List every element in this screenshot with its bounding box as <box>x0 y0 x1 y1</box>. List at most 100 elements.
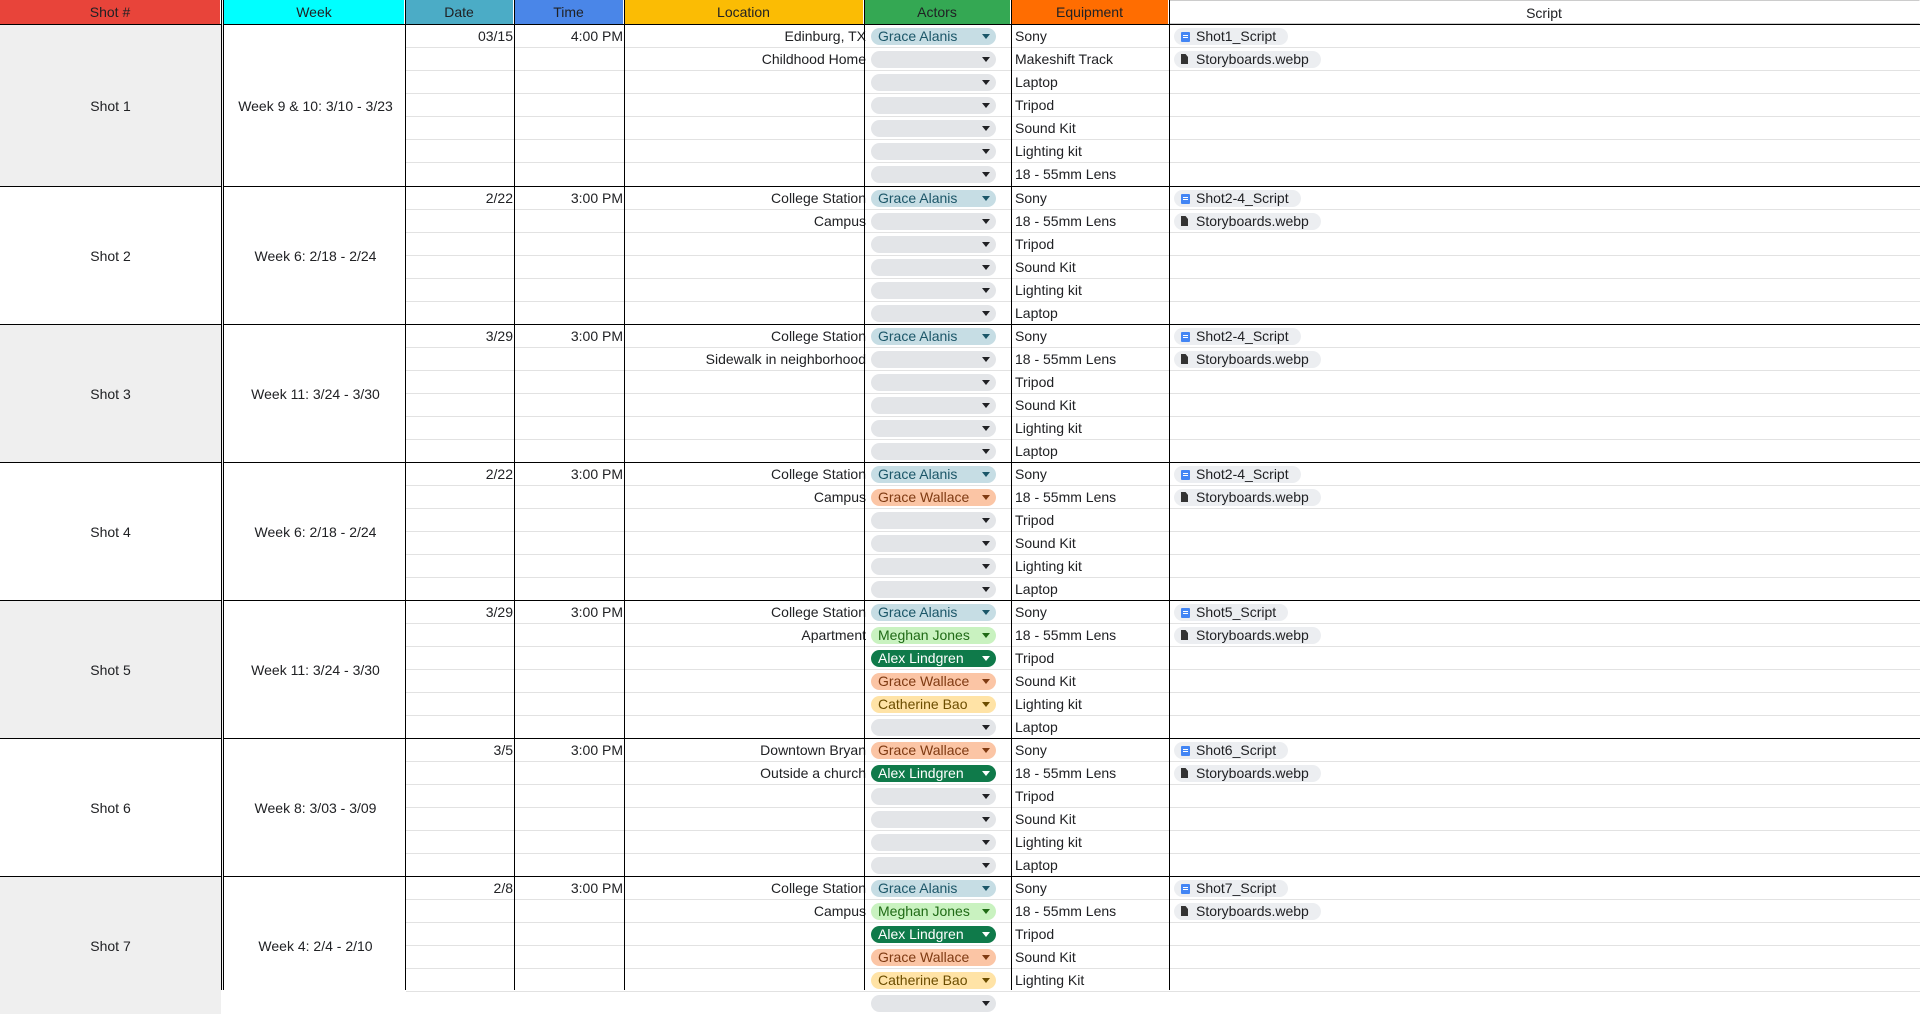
actor-dropdown-chip[interactable] <box>871 788 996 805</box>
location-cell[interactable]: Edinburg, TX <box>626 25 866 48</box>
script-doc-chip[interactable]: Shot2-4_Script <box>1174 190 1301 207</box>
equipment-cell[interactable]: Tripod <box>1015 785 1165 808</box>
week-cell[interactable]: Week 6: 2/18 - 2/24 <box>226 187 405 324</box>
script-doc-chip[interactable]: Shot5_Script <box>1174 604 1289 621</box>
time-cell[interactable] <box>516 647 623 670</box>
location-cell[interactable] <box>626 555 866 578</box>
date-cell[interactable] <box>406 302 513 325</box>
location-cell[interactable]: Childhood Home <box>626 48 866 71</box>
actor-cell[interactable]: Grace Alanis <box>871 601 1011 624</box>
actor-cell[interactable] <box>871 279 1011 302</box>
time-cell[interactable] <box>516 808 623 831</box>
actor-dropdown-chip[interactable] <box>871 535 996 552</box>
actor-dropdown-chip[interactable] <box>871 857 996 874</box>
time-cell[interactable] <box>516 71 623 94</box>
dropdown-arrow-icon[interactable] <box>982 909 990 914</box>
actor-cell[interactable] <box>871 992 1011 1015</box>
actor-cell[interactable] <box>871 94 1011 117</box>
actor-cell[interactable] <box>871 785 1011 808</box>
equipment-cell[interactable]: Makeshift Track <box>1015 48 1165 71</box>
script-cell[interactable] <box>1171 233 1911 256</box>
script-cell[interactable]: Storyboards.webp <box>1171 624 1911 647</box>
date-cell[interactable] <box>406 440 513 463</box>
date-cell[interactable] <box>406 94 513 117</box>
actor-dropdown-chip[interactable] <box>871 282 996 299</box>
actor-dropdown-chip[interactable] <box>871 512 996 529</box>
location-cell[interactable]: Apartment <box>626 624 866 647</box>
time-cell[interactable] <box>516 371 623 394</box>
actor-dropdown-chip[interactable] <box>871 374 996 391</box>
date-cell[interactable] <box>406 348 513 371</box>
date-cell[interactable] <box>406 670 513 693</box>
actor-cell[interactable]: Grace Alanis <box>871 325 1011 348</box>
equipment-cell[interactable]: 18 - 55mm Lens <box>1015 624 1165 647</box>
equipment-cell[interactable]: Laptop <box>1015 716 1165 739</box>
actor-dropdown-chip[interactable]: Grace Wallace <box>871 742 996 759</box>
dropdown-arrow-icon[interactable] <box>982 610 990 615</box>
actor-cell[interactable] <box>871 831 1011 854</box>
actor-dropdown-chip[interactable]: Grace Wallace <box>871 673 996 690</box>
date-cell[interactable] <box>406 785 513 808</box>
time-cell[interactable] <box>516 509 623 532</box>
equipment-cell[interactable]: Laptop <box>1015 71 1165 94</box>
script-doc-chip[interactable]: Shot6_Script <box>1174 742 1289 759</box>
equipment-cell[interactable]: 18 - 55mm Lens <box>1015 348 1165 371</box>
location-cell[interactable] <box>626 394 866 417</box>
equipment-cell[interactable]: Sony <box>1015 463 1165 486</box>
equipment-cell[interactable]: Tripod <box>1015 647 1165 670</box>
actor-cell[interactable] <box>871 302 1011 325</box>
actor-cell[interactable] <box>871 71 1011 94</box>
location-cell[interactable] <box>626 140 866 163</box>
time-cell[interactable] <box>516 486 623 509</box>
actor-cell[interactable] <box>871 509 1011 532</box>
actor-dropdown-chip[interactable] <box>871 120 996 137</box>
script-cell[interactable] <box>1171 256 1911 279</box>
equipment-cell[interactable]: Lighting kit <box>1015 693 1165 716</box>
date-cell[interactable]: 2/8 <box>406 877 513 900</box>
actor-cell[interactable] <box>871 417 1011 440</box>
actor-dropdown-chip[interactable] <box>871 259 996 276</box>
equipment-cell[interactable]: Sound Kit <box>1015 394 1165 417</box>
location-cell[interactable] <box>626 117 866 140</box>
actor-dropdown-chip[interactable] <box>871 305 996 322</box>
dropdown-arrow-icon[interactable] <box>982 817 990 822</box>
date-cell[interactable] <box>406 233 513 256</box>
location-cell[interactable]: Outside a church <box>626 762 866 785</box>
location-cell[interactable] <box>626 440 866 463</box>
script-cell[interactable] <box>1171 670 1911 693</box>
header-equipment[interactable]: Equipment <box>1011 0 1169 24</box>
date-cell[interactable] <box>406 163 513 186</box>
equipment-cell[interactable]: Lighting kit <box>1015 555 1165 578</box>
time-cell[interactable] <box>516 94 623 117</box>
equipment-cell[interactable]: 18 - 55mm Lens <box>1015 486 1165 509</box>
actor-cell[interactable]: Alex Lindgren <box>871 762 1011 785</box>
dropdown-arrow-icon[interactable] <box>982 955 990 960</box>
actor-cell[interactable] <box>871 394 1011 417</box>
date-cell[interactable] <box>406 808 513 831</box>
actor-dropdown-chip[interactable] <box>871 719 996 736</box>
time-cell[interactable]: 3:00 PM <box>516 463 623 486</box>
actor-dropdown-chip[interactable]: Grace Alanis <box>871 604 996 621</box>
location-cell[interactable] <box>626 647 866 670</box>
equipment-cell[interactable]: Sony <box>1015 601 1165 624</box>
dropdown-arrow-icon[interactable] <box>982 978 990 983</box>
date-cell[interactable] <box>406 140 513 163</box>
actor-dropdown-chip[interactable] <box>871 143 996 160</box>
shot-cell[interactable]: Shot 5 <box>0 601 221 738</box>
dropdown-arrow-icon[interactable] <box>982 449 990 454</box>
week-cell[interactable]: Week 4: 2/4 - 2/10 <box>226 877 405 1014</box>
actor-dropdown-chip[interactable] <box>871 420 996 437</box>
actor-dropdown-chip[interactable] <box>871 995 996 1012</box>
actor-dropdown-chip[interactable] <box>871 834 996 851</box>
actor-cell[interactable]: Grace Wallace <box>871 670 1011 693</box>
script-cell[interactable] <box>1171 785 1911 808</box>
dropdown-arrow-icon[interactable] <box>982 794 990 799</box>
shot-cell[interactable]: Shot 3 <box>0 325 221 462</box>
actor-cell[interactable]: Meghan Jones <box>871 900 1011 923</box>
time-cell[interactable] <box>516 163 623 186</box>
actor-dropdown-chip[interactable]: Grace Alanis <box>871 28 996 45</box>
dropdown-arrow-icon[interactable] <box>982 242 990 247</box>
equipment-cell[interactable]: Tripod <box>1015 233 1165 256</box>
actor-cell[interactable]: Alex Lindgren <box>871 647 1011 670</box>
script-cell[interactable] <box>1171 578 1911 601</box>
